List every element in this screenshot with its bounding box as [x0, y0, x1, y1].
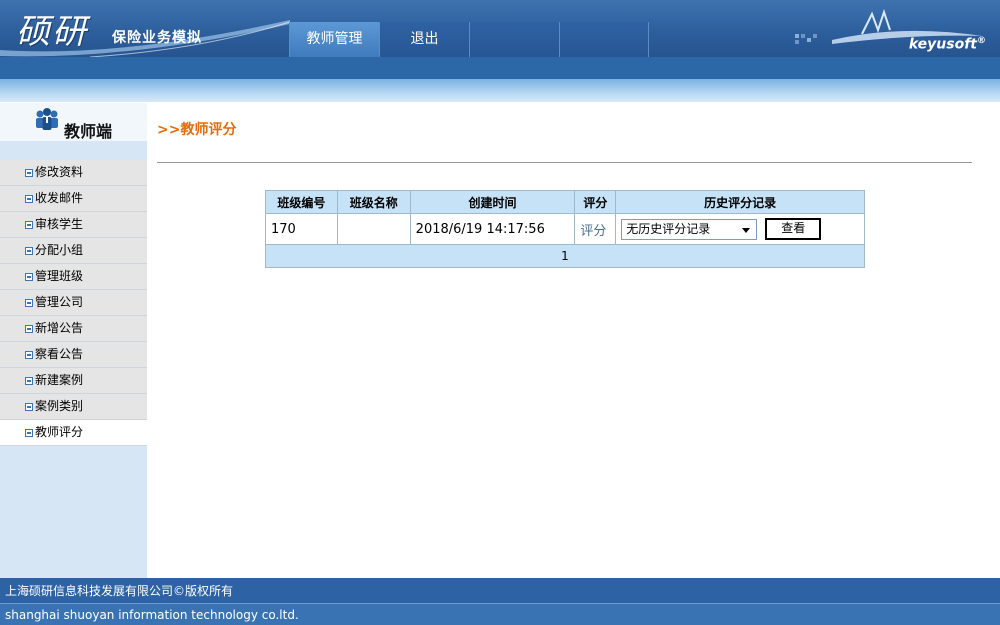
bullet-icon [25, 247, 33, 255]
bullet-icon [25, 273, 33, 281]
rate-link[interactable]: 评分 [574, 213, 617, 245]
top-nav: 教师管理 退出 [289, 22, 649, 57]
col-created-time: 创建时间 [409, 190, 576, 214]
sidebar-item-edit-profile[interactable]: 修改资料 [0, 160, 147, 186]
breadcrumb: >>教师评分 [157, 122, 237, 138]
sidebar-title: 教师端 [64, 122, 113, 141]
bullet-icon [25, 351, 33, 359]
sidebar-item-label: 新建案例 [35, 373, 84, 387]
bullet-icon [25, 403, 33, 411]
sidebar-item-label: 分配小组 [35, 243, 84, 257]
sidebar-item-new-case[interactable]: 新建案例 [0, 368, 147, 394]
sidebar-item-teacher-rating[interactable]: 教师评分 [0, 420, 147, 446]
table-header-row: 班级编号 班级名称 创建时间 评分 历史评分记录 [265, 190, 865, 214]
sidebar-item-label: 管理公司 [35, 295, 84, 309]
sidebar-item-view-notices[interactable]: 察看公告 [0, 342, 147, 368]
registered-mark: ® [977, 36, 986, 46]
sidebar-item-label: 察看公告 [35, 347, 84, 361]
nav-teacher-management[interactable]: 教师管理 [289, 22, 379, 57]
cell-history: 无历史评分记录 查看 [615, 213, 865, 245]
col-rating: 评分 [574, 190, 617, 214]
bullet-icon [25, 325, 33, 333]
sidebar-item-case-categories[interactable]: 案例类别 [0, 394, 147, 420]
brand-name: keyusoft® [909, 36, 986, 53]
table-row: 170 2018/6/19 14:17:56 评分 无历史评分记录 查看 [265, 213, 865, 245]
footer-copyright: 上海硕研信息科技发展有限公司©版权所有 [0, 578, 1000, 603]
sidebar-item-label: 案例类别 [35, 399, 84, 413]
app-logo: 硕研 [16, 12, 88, 52]
users-group-icon [36, 108, 58, 130]
sidebar-item-manage-companies[interactable]: 管理公司 [0, 290, 147, 316]
cell-created-time: 2018/6/19 14:17:56 [409, 213, 576, 245]
sidebar: 教师端 修改资料 收发邮件 审核学生 分配小组 管理班级 管理公司 新增公告 察… [0, 103, 147, 578]
pager-row: 1 [265, 244, 865, 268]
view-button[interactable]: 查看 [765, 218, 822, 240]
page-number[interactable]: 1 [265, 244, 865, 268]
history-select-value: 无历史评分记录 [626, 221, 711, 236]
header-gradient-band [0, 79, 1000, 102]
sidebar-menu: 修改资料 收发邮件 审核学生 分配小组 管理班级 管理公司 新增公告 察看公告 … [0, 160, 147, 446]
rating-table: 班级编号 班级名称 创建时间 评分 历史评分记录 170 2018/6/19 1… [265, 190, 865, 268]
top-header: 硕研 保险业务模拟 教师管理 退出 keyusoft® [0, 0, 1000, 57]
bullet-icon [25, 377, 33, 385]
sidebar-header: 教师端 [0, 103, 147, 141]
sidebar-item-label: 审核学生 [35, 217, 84, 231]
header-band [0, 57, 1000, 79]
brand-text: keyusoft [908, 36, 977, 53]
nav-empty-2 [559, 22, 649, 57]
app-subtitle: 保险业务模拟 [112, 30, 202, 46]
sidebar-item-review-students[interactable]: 审核学生 [0, 212, 147, 238]
bullet-icon [25, 299, 33, 307]
col-class-id: 班级编号 [265, 190, 338, 214]
history-select[interactable]: 无历史评分记录 [621, 218, 758, 240]
cell-class-id: 170 [265, 213, 338, 245]
bullet-icon [25, 169, 33, 177]
sidebar-item-label: 新增公告 [35, 321, 84, 335]
chevron-down-icon [742, 227, 751, 233]
col-history: 历史评分记录 [615, 190, 865, 214]
nav-logout[interactable]: 退出 [379, 22, 469, 57]
sidebar-item-label: 收发邮件 [35, 191, 84, 205]
sidebar-item-label: 修改资料 [35, 165, 84, 179]
sidebar-item-label: 教师评分 [35, 425, 84, 439]
divider [157, 162, 972, 163]
nav-empty-1 [469, 22, 559, 57]
sidebar-item-mail[interactable]: 收发邮件 [0, 186, 147, 212]
col-class-name: 班级名称 [336, 190, 411, 214]
cell-class-name [336, 213, 411, 245]
bullet-icon [25, 221, 33, 229]
sidebar-item-assign-groups[interactable]: 分配小组 [0, 238, 147, 264]
sidebar-item-new-notice[interactable]: 新增公告 [0, 316, 147, 342]
bullet-icon [25, 429, 33, 437]
sidebar-item-label: 管理班级 [35, 269, 84, 283]
bullet-icon [25, 195, 33, 203]
footer-company-en: shanghai shuoyan information technology … [0, 603, 1000, 625]
sidebar-item-manage-classes[interactable]: 管理班级 [0, 264, 147, 290]
